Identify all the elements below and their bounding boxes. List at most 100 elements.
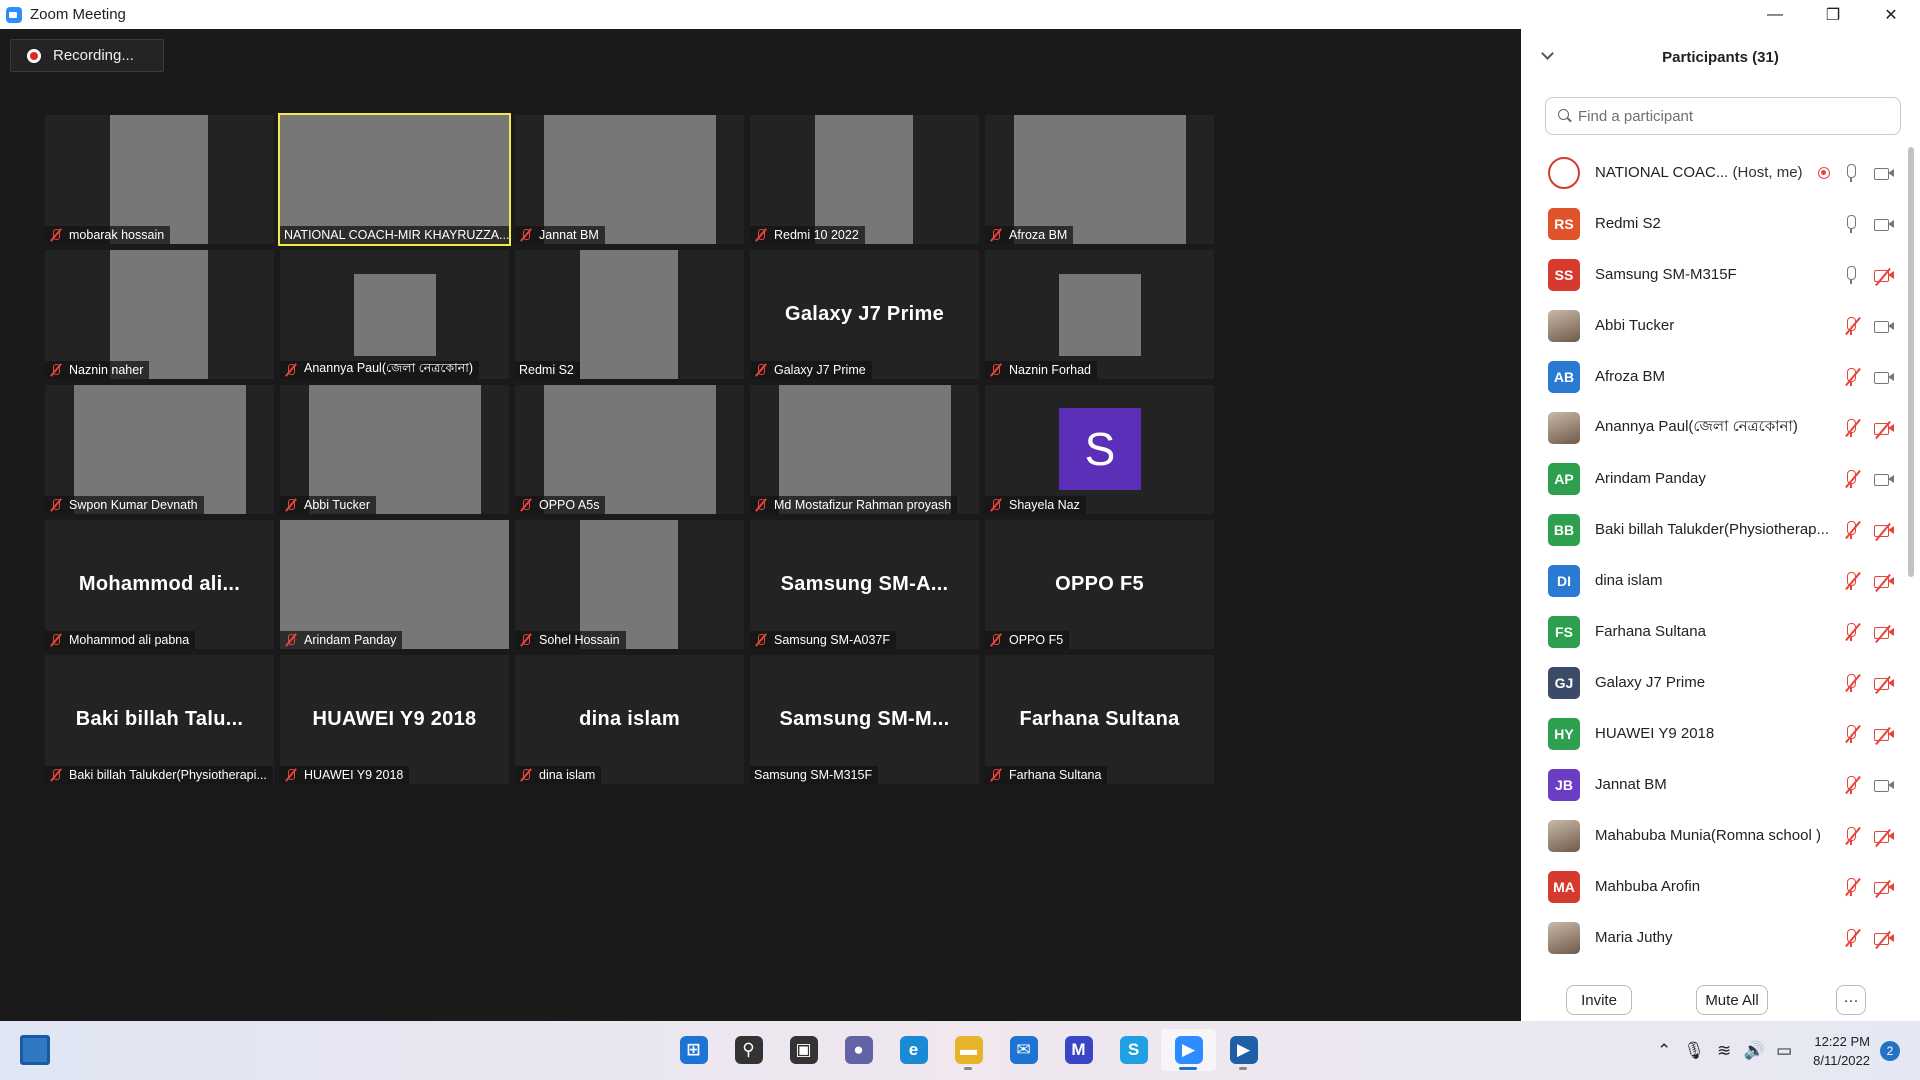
participant-name: Farhana Sultana [1595, 623, 1706, 640]
participant-video [280, 520, 509, 649]
taskbar-skype-button[interactable]: S [1106, 1029, 1161, 1071]
participant-row[interactable]: AP Arindam Panday [1521, 453, 1906, 504]
search-input[interactable] [1578, 107, 1878, 125]
video-tile[interactable]: Abbi Tucker [280, 385, 509, 514]
mic-muted-icon [989, 633, 1003, 647]
battery-icon[interactable]: ▭ [1769, 1036, 1799, 1066]
taskbar-zoom-button[interactable]: ▶ [1161, 1029, 1216, 1071]
participant-name-label: Arindam Panday [280, 631, 403, 649]
wifi-icon[interactable]: ≋ [1709, 1036, 1739, 1066]
video-tile[interactable]: Redmi 10 2022 [750, 115, 979, 244]
participant-row[interactable]: RS Redmi S2 [1521, 198, 1906, 249]
skype-icon: S [1119, 1036, 1148, 1064]
participant-video [580, 520, 678, 649]
taskbar-start-button[interactable]: ⊞ [666, 1029, 721, 1071]
taskbar-media-player-button[interactable]: ▶ [1216, 1029, 1271, 1071]
widgets-icon[interactable] [20, 1035, 50, 1065]
clock[interactable]: 12:22 PM 8/11/2022 [1813, 1032, 1870, 1070]
video-tile[interactable]: Mohammod ali... Mohammod ali pabna [45, 520, 274, 649]
mic-muted-icon [989, 498, 1003, 512]
video-tile[interactable]: dina islam dina islam [515, 655, 744, 784]
participant-row[interactable]: BB Baki billah Talukder(Physiotherap... [1521, 504, 1906, 555]
video-tile[interactable]: Jannat BM [515, 115, 744, 244]
taskbar-mail-button[interactable]: ✉ [996, 1029, 1051, 1071]
video-tile[interactable]: Afroza BM [985, 115, 1214, 244]
more-options-button[interactable]: ··· [1836, 985, 1866, 1015]
participant-name-label: NATIONAL COACH-MIR KHAYRUZZA... [280, 226, 509, 244]
taskbar-app-m-button[interactable]: M [1051, 1029, 1106, 1071]
video-tile[interactable]: Naznin Forhad [985, 250, 1214, 379]
participant-video [110, 115, 208, 244]
taskbar-chat-button[interactable]: ● [831, 1029, 886, 1071]
taskbar-file-explorer-button[interactable]: ▬ [941, 1029, 996, 1071]
participants-title: Participants (31) [1662, 48, 1779, 66]
video-tile[interactable]: Naznin naher [45, 250, 274, 379]
video-tile[interactable]: S Shayela Naz [985, 385, 1214, 514]
camera-icon [1874, 166, 1894, 180]
participant-row[interactable]: AB Afroza BM [1521, 351, 1906, 402]
mic-muted-icon [1844, 418, 1861, 437]
video-tile[interactable]: Samsung SM-A... Samsung SM-A037F [750, 520, 979, 649]
video-tile[interactable]: Farhana Sultana Farhana Sultana [985, 655, 1214, 784]
participant-name: NATIONAL COAC... (Host, me) [1595, 164, 1803, 181]
participant-row[interactable]: SS Samsung SM-M315F [1521, 249, 1906, 300]
participant-search[interactable] [1545, 97, 1901, 135]
recording-indicator[interactable]: Recording... [10, 39, 164, 72]
participant-row[interactable]: NATIONAL COAC... (Host, me) [1521, 147, 1906, 198]
camera-icon [1874, 370, 1894, 384]
participant-display-name: dina islam [579, 708, 680, 730]
restore-button[interactable]: ❐ [1804, 0, 1862, 29]
video-tile[interactable]: NATIONAL COACH-MIR KHAYRUZZA... [278, 113, 511, 246]
participant-row[interactable]: MA Mahbuba Arofin [1521, 861, 1906, 912]
taskbar-task-view-button[interactable]: ▣ [776, 1029, 831, 1071]
participant-display-name: Mohammod ali... [78, 573, 241, 595]
participant-row[interactable]: HY HUAWEI Y9 2018 [1521, 708, 1906, 759]
mic-muted-icon [49, 228, 63, 242]
video-tile[interactable]: Md Mostafizur Rahman proyash [750, 385, 979, 514]
taskbar-search-button[interactable]: ⚲ [721, 1029, 776, 1071]
video-tile[interactable]: HUAWEI Y9 2018 HUAWEI Y9 2018 [280, 655, 509, 784]
close-button[interactable]: ✕ [1862, 0, 1920, 29]
taskbar-edge-button[interactable]: e [886, 1029, 941, 1071]
chevron-up-icon[interactable]: ⌃ [1649, 1036, 1679, 1066]
collapse-chevron-icon[interactable] [1541, 47, 1554, 60]
participant-photo-avatar [1548, 309, 1580, 342]
participant-row[interactable]: JB Jannat BM [1521, 759, 1906, 810]
video-tile[interactable]: Samsung SM-M... Samsung SM-M315F [750, 655, 979, 784]
task-view-icon: ▣ [789, 1036, 818, 1064]
camera-off-icon [1874, 624, 1894, 643]
notification-badge[interactable]: 2 [1880, 1040, 1900, 1061]
video-tile[interactable]: OPPO A5s [515, 385, 744, 514]
invite-button[interactable]: Invite [1566, 985, 1632, 1015]
video-tile[interactable]: Galaxy J7 Prime Galaxy J7 Prime [750, 250, 979, 379]
participant-list: NATIONAL COAC... (Host, me) RS Redmi S2 SS S… [1521, 147, 1906, 981]
participant-row[interactable]: Abbi Tucker [1521, 300, 1906, 351]
video-tile[interactable]: Anannya Paul(জেলা নেত্রকোনা) [280, 250, 509, 379]
window-title: Zoom Meeting [30, 6, 126, 23]
video-tile[interactable]: Baki billah Talu... Baki billah Talukder(… [45, 655, 274, 784]
participant-list-scrollbar[interactable] [1907, 147, 1915, 981]
minimize-button[interactable]: — [1746, 0, 1804, 29]
participant-name: dina islam [1595, 572, 1663, 589]
video-tile[interactable]: mobarak hossain [45, 115, 274, 244]
participant-row[interactable]: Mahabuba Munia(Romna school ) [1521, 810, 1906, 861]
participant-row[interactable]: Maria Juthy [1521, 912, 1906, 963]
mic-muted-icon [1844, 673, 1861, 692]
video-tile[interactable]: Arindam Panday [280, 520, 509, 649]
video-tile[interactable]: Redmi S2 [515, 250, 744, 379]
video-tile[interactable]: Sohel Hossain [515, 520, 744, 649]
participant-row[interactable]: Anannya Paul(জেলা নেত্রকোনা) [1521, 402, 1906, 453]
participant-name-label: OPPO A5s [515, 496, 606, 514]
mute-all-button[interactable]: Mute All [1696, 985, 1768, 1015]
participant-video [544, 115, 716, 244]
video-tile[interactable]: Swpon Kumar Devnath [45, 385, 274, 514]
mic-muted-icon [284, 498, 298, 512]
participant-initials-avatar: AB [1548, 360, 1580, 393]
participant-row[interactable]: DI dina islam [1521, 555, 1906, 606]
participant-row[interactable]: GJ Galaxy J7 Prime [1521, 657, 1906, 708]
taskbar: ⊞ ⚲ ▣ ● e ▬ ✉ M S ▶ ▶ ⌃ 🎙 ≋ 🔊 ▭ 12:22 PM 8/11/2022… [0, 1021, 1920, 1080]
video-tile[interactable]: OPPO F5 OPPO F5 [985, 520, 1214, 649]
participant-row[interactable]: FS Farhana Sultana [1521, 606, 1906, 657]
microphone-icon[interactable]: 🎙 [1679, 1036, 1709, 1066]
volume-icon[interactable]: 🔊 [1739, 1036, 1769, 1066]
